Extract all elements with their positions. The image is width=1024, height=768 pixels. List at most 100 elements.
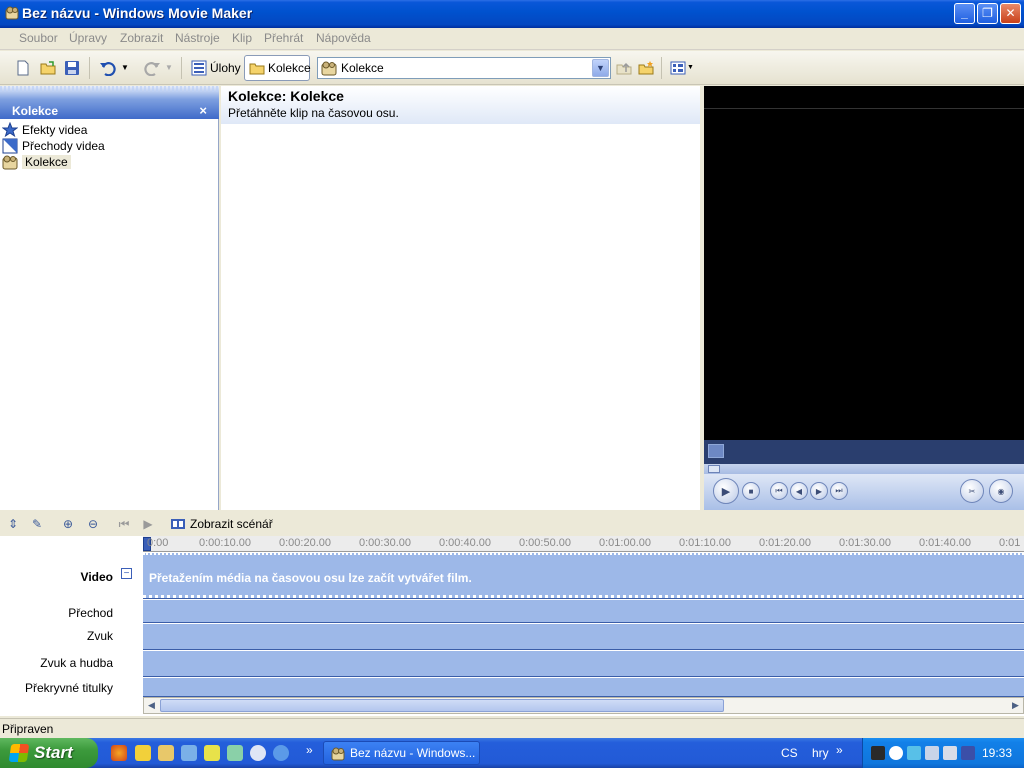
set-audio-levels-icon[interactable]: ⇕	[6, 517, 20, 531]
seek-handle[interactable]	[708, 465, 720, 473]
new-project-icon[interactable]	[15, 60, 31, 76]
chevron-down-icon[interactable]: ▼	[592, 59, 609, 77]
quicklaunch-icon[interactable]	[181, 745, 197, 761]
new-collection-folder-icon[interactable]	[638, 60, 654, 76]
show-storyboard-button[interactable]: Zobrazit scénář	[170, 515, 273, 533]
task-pane: Kolekce × Efekty videa Přechody videa Ko…	[0, 86, 219, 510]
scrollbar-thumb[interactable]	[160, 699, 724, 712]
tasks-icon	[191, 60, 207, 76]
collection-subtitle: Přetáhněte klip na časovou osu.	[228, 106, 399, 120]
monitor-info-bar	[704, 440, 1024, 464]
collection-icon	[2, 154, 18, 170]
menu-napoveda[interactable]: Nápověda	[316, 31, 371, 45]
windows-logo-icon	[8, 744, 30, 762]
ruler-tick: 0:00:40.00	[439, 537, 491, 549]
rewind-icon[interactable]: ◀	[790, 482, 808, 500]
tasks-label: Úlohy	[210, 61, 241, 75]
toolbar-chevron-icon[interactable]: »	[836, 743, 843, 757]
stop-icon[interactable]: ■	[742, 482, 760, 500]
internet-explorer-icon[interactable]	[273, 745, 289, 761]
track-label-transition: Přechod	[68, 606, 113, 620]
task-pane-title: Kolekce	[12, 104, 59, 118]
taskbar-item-movie-maker[interactable]: Bez názvu - Windows...	[323, 741, 480, 765]
save-project-icon[interactable]	[64, 60, 80, 76]
tree-item-label: Kolekce	[22, 155, 71, 169]
zoom-out-icon[interactable]: ⊖	[86, 517, 100, 531]
menu-nastroje[interactable]: Nástroje	[175, 31, 220, 45]
timeline[interactable]: 0:00 0:00:10.00 0:00:20.00 0:00:30.00 0:…	[143, 536, 1024, 716]
close-button[interactable]: ✕	[1000, 3, 1021, 24]
menu-zobrazit[interactable]: Zobrazit	[120, 31, 163, 45]
network-icon[interactable]	[925, 746, 939, 760]
narrate-timeline-icon[interactable]: ✎	[30, 517, 44, 531]
firefox-icon[interactable]	[111, 745, 127, 761]
preview-monitor: ▶ ■ ⏮ ◀ ▶ ⏭ ✂ ◉	[704, 86, 1024, 510]
tree-item-collections[interactable]: Kolekce	[2, 154, 71, 170]
redo-icon[interactable]	[143, 60, 160, 77]
open-project-icon[interactable]	[40, 60, 56, 76]
rewind-timeline-icon[interactable]: ⏮	[117, 517, 131, 531]
collapse-video-icon[interactable]: −	[121, 568, 132, 579]
collection-folder-select[interactable]: Kolekce ▼	[317, 57, 611, 79]
tasks-button[interactable]: Úlohy	[186, 55, 246, 81]
toolbar-hry[interactable]: hry	[812, 746, 829, 760]
take-picture-icon[interactable]: ◉	[989, 479, 1013, 503]
forward-icon[interactable]: ▶	[810, 482, 828, 500]
next-frame-icon[interactable]: ⏭	[830, 482, 848, 500]
zoom-in-icon[interactable]: ⊕	[61, 517, 75, 531]
split-clip-icon[interactable]: ✂	[960, 479, 984, 503]
audio-track[interactable]	[143, 624, 1024, 650]
language-indicator[interactable]: CS	[781, 746, 798, 760]
collection-title: Kolekce: Kolekce	[228, 88, 344, 104]
timeline-ruler[interactable]: 0:00 0:00:10.00 0:00:20.00 0:00:30.00 0:…	[143, 536, 1024, 552]
undo-dropdown-icon[interactable]: ▼	[121, 60, 131, 76]
chat-icon[interactable]	[250, 745, 266, 761]
shield-icon[interactable]	[961, 746, 975, 760]
views-dropdown-icon[interactable]: ▼	[687, 60, 695, 76]
menu-upravy[interactable]: Úpravy	[69, 31, 107, 45]
seek-bar[interactable]	[704, 464, 1024, 474]
transition-track[interactable]	[143, 600, 1024, 623]
maximize-button[interactable]: ❐	[977, 3, 998, 24]
scroll-right-icon[interactable]: ▶	[1008, 698, 1023, 713]
start-button[interactable]: Start	[0, 738, 98, 768]
scroll-left-icon[interactable]: ◀	[144, 698, 159, 713]
views-icon[interactable]	[670, 60, 686, 76]
collections-button[interactable]: Kolekce	[244, 55, 311, 81]
ruler-tick: 0:00:30.00	[359, 537, 411, 549]
close-icon[interactable]: ×	[199, 103, 207, 118]
quicklaunch-chevron-icon[interactable]: »	[306, 743, 313, 757]
audio-music-track[interactable]	[143, 651, 1024, 677]
tree-item-video-effects[interactable]: Efekty videa	[1, 121, 88, 138]
menu-prehrat[interactable]: Přehrát	[264, 31, 303, 45]
track-label-audio-music: Zvuk a hudba	[40, 656, 113, 670]
messenger-icon[interactable]	[135, 745, 151, 761]
title-overlay-track[interactable]	[143, 678, 1024, 697]
tray-app-icon[interactable]	[871, 746, 885, 760]
tray-eye-icon[interactable]	[889, 746, 903, 760]
tree-item-video-transitions[interactable]: Přechody videa	[2, 138, 105, 154]
fullscreen-icon[interactable]	[708, 444, 724, 458]
minimize-button[interactable]: _	[954, 3, 975, 24]
timeline-track-labels: Video − Přechod Zvuk Zvuk a hudba Překry…	[0, 536, 143, 716]
tree-item-label: Efekty videa	[22, 123, 88, 137]
play-icon[interactable]: ▶	[713, 478, 739, 504]
undo-icon[interactable]	[99, 60, 116, 77]
up-one-level-icon[interactable]	[616, 60, 632, 76]
timeline-scrollbar[interactable]: ◀ ▶	[143, 697, 1024, 714]
quicklaunch-icon[interactable]	[227, 745, 243, 761]
collection-pane[interactable]: Kolekce: Kolekce Přetáhněte klip na časo…	[221, 86, 700, 510]
video-track[interactable]: Přetažením média na časovou osu lze začí…	[143, 553, 1024, 599]
redo-dropdown-icon[interactable]: ▼	[165, 60, 175, 76]
timeline-empty-message: Přetažením média na časovou osu lze začí…	[149, 571, 472, 585]
show-storyboard-label: Zobrazit scénář	[190, 517, 273, 531]
menu-soubor[interactable]: Soubor	[19, 31, 58, 45]
quicklaunch-icon[interactable]	[158, 745, 174, 761]
previous-frame-icon[interactable]: ⏮	[770, 482, 788, 500]
volume-icon[interactable]	[943, 746, 957, 760]
tray-app-icon[interactable]	[907, 746, 921, 760]
quicklaunch-icon[interactable]	[204, 745, 220, 761]
play-timeline-icon[interactable]: ▶	[141, 517, 155, 531]
title-bar[interactable]: Bez názvu - Windows Movie Maker _ ❐ ✕	[0, 0, 1024, 28]
menu-klip[interactable]: Klip	[232, 31, 252, 45]
